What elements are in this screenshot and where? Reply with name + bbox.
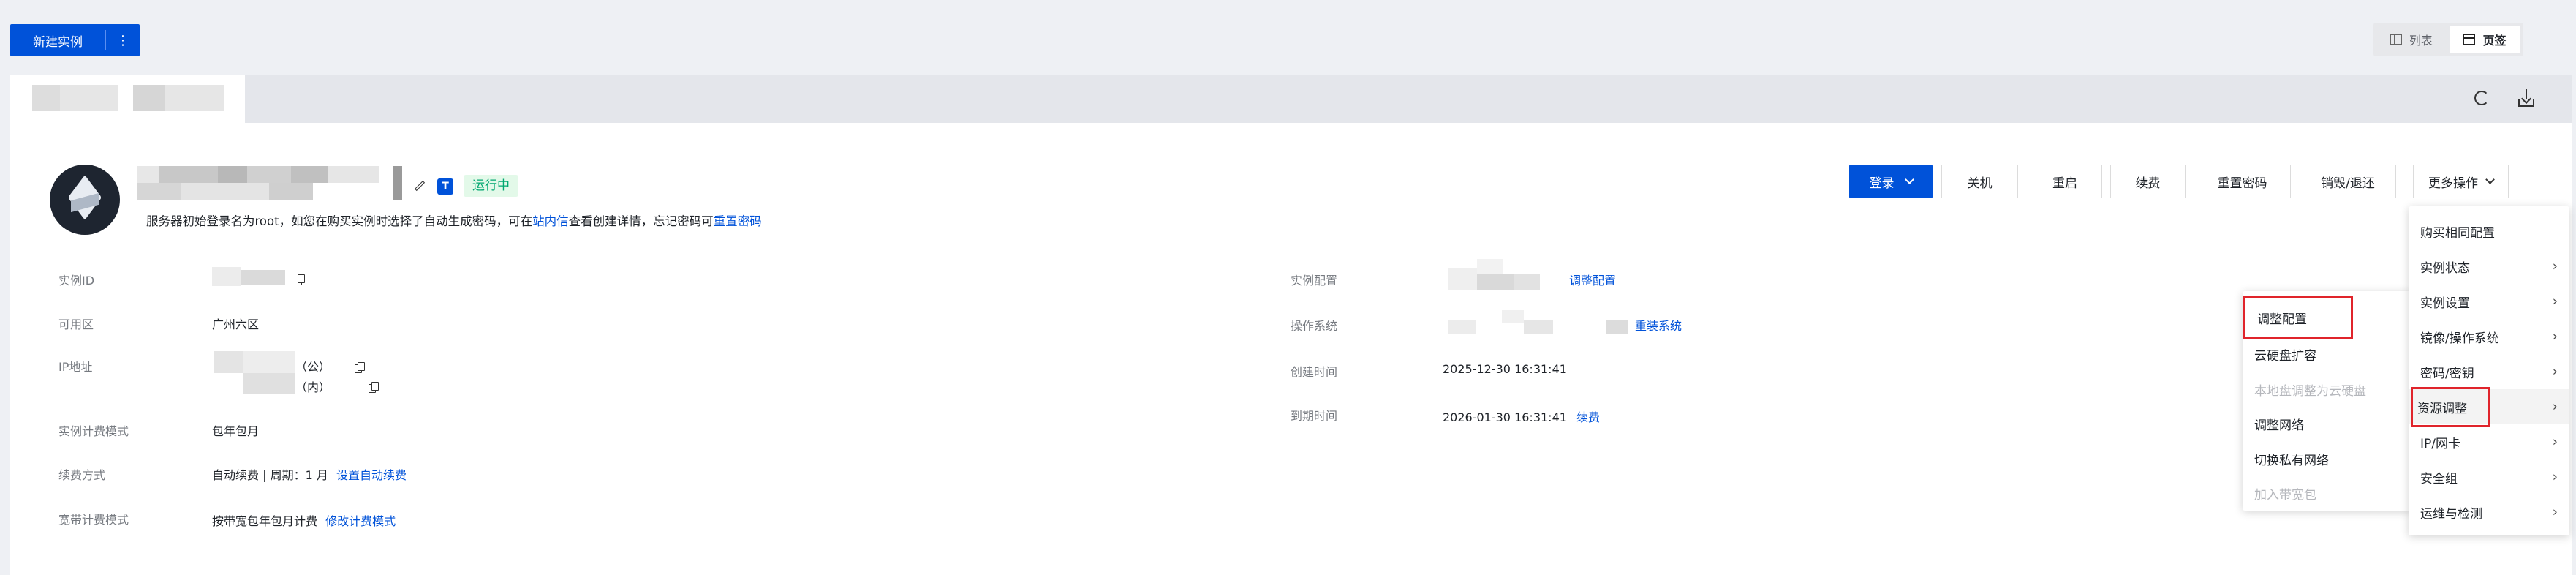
- renew-link[interactable]: 续费: [1576, 410, 1600, 424]
- more-operations-menu: 购买相同配置 实例状态 › 实例设置 › 镜像/操作系统 › 密码/密钥 › 资源调整 ›…: [2409, 206, 2569, 535]
- instance-tab-bar: [10, 75, 2572, 123]
- instance-avatar-icon: [50, 165, 120, 235]
- submenu-item-disk-expand[interactable]: 云硬盘扩容: [2243, 337, 2411, 372]
- chevron-right-icon: ›: [2552, 434, 2558, 450]
- new-instance-button-group: 新建实例 ⋮: [10, 24, 140, 56]
- bandwidth-billing-label: 宽带计费模式: [58, 513, 129, 527]
- expire-time-value: 2026-01-30 16:31:41 续费: [1443, 410, 1601, 424]
- reinstall-os-link[interactable]: 重装系统: [1635, 316, 1682, 334]
- refresh-icon[interactable]: [2474, 91, 2489, 105]
- list-icon: [2390, 34, 2402, 45]
- tab-name-redacted: [32, 85, 60, 111]
- site-message-link[interactable]: 站内信: [532, 214, 569, 228]
- modify-billing-link[interactable]: 修改计费模式: [325, 514, 396, 528]
- adjust-config-link[interactable]: 调整配置: [1569, 271, 1616, 288]
- copy-icon[interactable]: [368, 381, 379, 393]
- chevron-down-icon: [2485, 175, 2495, 184]
- instance-config-redacted: [1448, 259, 1555, 291]
- renew-mode-label: 续费方式: [58, 468, 106, 482]
- more-operations-button[interactable]: 更多操作: [2413, 165, 2509, 198]
- renew-mode-value: 自动续费 | 周期：1 月 设置自动续费: [212, 468, 407, 482]
- instance-config-label: 实例配置: [1291, 274, 1338, 288]
- login-button[interactable]: 登录: [1849, 165, 1933, 198]
- edit-icon[interactable]: [414, 180, 426, 192]
- view-page-tab[interactable]: 页签: [2450, 26, 2520, 53]
- instance-tab-active[interactable]: [10, 75, 245, 123]
- resource-adjust-submenu: 调整配置 云硬盘扩容 本地盘调整为云硬盘 调整网络 切换私有网络 加入带宽包: [2243, 291, 2411, 511]
- view-switch: 列表 页签: [2373, 23, 2523, 56]
- status-badge: 运行中: [464, 175, 518, 197]
- os-label: 操作系统: [1291, 319, 1338, 333]
- menu-item-buy-same[interactable]: 购买相同配置: [2409, 214, 2569, 249]
- view-list-tab[interactable]: 列表: [2376, 26, 2447, 53]
- chevron-right-icon: ›: [2552, 399, 2558, 415]
- ip-address-redacted: [214, 351, 295, 394]
- menu-item-instance-settings[interactable]: 实例设置 ›: [2409, 284, 2569, 319]
- copy-icon[interactable]: [295, 274, 305, 285]
- login-hint: 服务器初始登录名为root，如您在购买实例时选择了自动生成密码，可在站内信查看创…: [146, 214, 762, 228]
- chevron-right-icon: ›: [2552, 293, 2558, 309]
- destroy-button[interactable]: 销毁/退还: [2300, 165, 2396, 198]
- restart-button[interactable]: 重启: [2028, 165, 2102, 198]
- tab-tools: [2452, 75, 2572, 123]
- shutdown-button[interactable]: 关机: [1941, 165, 2018, 198]
- instance-name-redacted: [137, 166, 412, 200]
- zone-label: 可用区: [58, 317, 94, 331]
- submenu-item-adjust-network[interactable]: 调整网络: [2243, 406, 2411, 441]
- bandwidth-billing-value: 按带宽包年包月计费 修改计费模式: [212, 514, 396, 528]
- ip-public-suffix: （公）: [295, 360, 331, 374]
- copy-icon[interactable]: [355, 361, 366, 373]
- new-instance-button[interactable]: 新建实例: [10, 31, 105, 50]
- menu-item-image-os[interactable]: 镜像/操作系统 ›: [2409, 319, 2569, 354]
- instance-id-redacted: [212, 267, 292, 286]
- reset-password-button[interactable]: 重置密码: [2194, 165, 2291, 198]
- created-time-value: 2025-12-30 16:31:41: [1443, 362, 1567, 376]
- renew-button[interactable]: 续费: [2110, 165, 2186, 198]
- os-redacted: [1448, 307, 1631, 337]
- chevron-right-icon: ›: [2552, 469, 2558, 485]
- billing-mode-value: 包年包月: [212, 424, 260, 438]
- menu-item-instance-status[interactable]: 实例状态 ›: [2409, 249, 2569, 284]
- submenu-item-join-bandwidth: 加入带宽包: [2254, 487, 2316, 503]
- menu-item-security-group[interactable]: 安全组 ›: [2409, 459, 2569, 495]
- submenu-item-switch-vpc[interactable]: 切换私有网络: [2243, 441, 2411, 476]
- chevron-right-icon: ›: [2552, 364, 2558, 380]
- ip-label: IP地址: [58, 360, 93, 374]
- menu-item-resource-adjust[interactable]: 资源调整 ›: [2409, 386, 2569, 427]
- zone-value: 广州六区: [212, 317, 260, 331]
- more-vertical-icon[interactable]: ⋮: [106, 33, 140, 48]
- ip-private-suffix: （内）: [295, 380, 331, 394]
- chevron-right-icon: ›: [2552, 504, 2558, 520]
- created-time-label: 创建时间: [1291, 365, 1338, 379]
- tag-icon[interactable]: T: [437, 178, 453, 195]
- set-auto-renew-link[interactable]: 设置自动续费: [336, 468, 407, 482]
- page-tab-icon: [2463, 34, 2476, 45]
- chevron-right-icon: ›: [2552, 328, 2558, 345]
- instance-id-label: 实例ID: [58, 274, 95, 288]
- tab-name-redacted: [133, 85, 165, 111]
- menu-item-ip-nic[interactable]: IP/网卡 ›: [2409, 424, 2569, 459]
- tab-name-redacted: [60, 85, 118, 111]
- chevron-right-icon: ›: [2552, 258, 2558, 274]
- expire-time-label: 到期时间: [1291, 409, 1338, 423]
- submenu-item-adjust-config[interactable]: 调整配置: [2243, 296, 2353, 339]
- submenu-item-local-to-cloud: 本地盘调整为云硬盘: [2254, 383, 2366, 399]
- billing-mode-label: 实例计费模式: [58, 424, 129, 438]
- reset-password-link[interactable]: 重置密码: [714, 214, 762, 228]
- menu-item-password-key[interactable]: 密码/密钥 ›: [2409, 354, 2569, 389]
- menu-item-ops-monitor[interactable]: 运维与检测 ›: [2409, 495, 2569, 530]
- download-icon[interactable]: [2518, 89, 2534, 107]
- chevron-down-icon: [1904, 175, 1914, 184]
- tab-name-redacted: [165, 85, 224, 111]
